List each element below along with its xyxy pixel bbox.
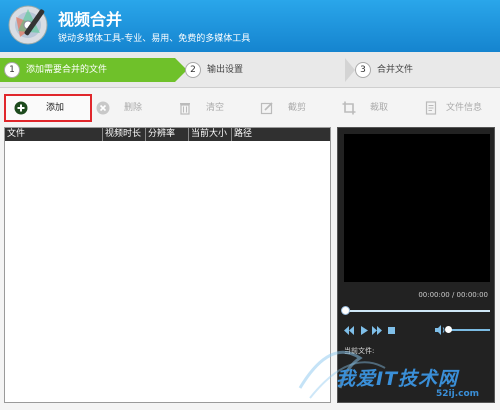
plus-circle-icon — [14, 101, 28, 114]
clear-label: 清空 — [206, 103, 225, 113]
add-button[interactable]: 添加 — [4, 94, 92, 122]
seek-bar[interactable] — [344, 310, 490, 312]
step-number: 1 — [4, 61, 20, 78]
watermark-text: 我爱IT技术网 — [336, 368, 459, 390]
file-list-header: 文件 视频时长 分辨率 当前大小 路径 — [5, 128, 330, 141]
toolbar: 添加 删除 清空 截剪 裁取 文件信息 — [0, 92, 500, 124]
column-header-size[interactable]: 当前大小 — [189, 128, 232, 141]
clear-button[interactable]: 清空 — [178, 96, 224, 120]
seek-handle[interactable] — [341, 306, 350, 315]
crop-icon — [342, 101, 356, 114]
delete-button[interactable]: 删除 — [96, 96, 142, 120]
step-label: 合并文件 — [377, 65, 414, 75]
cut-label: 截剪 — [288, 103, 307, 113]
crop-button[interactable]: 裁取 — [342, 96, 388, 120]
trash-icon — [180, 102, 190, 115]
step-number: 3 — [355, 61, 371, 78]
file-list[interactable]: 文件 视频时长 分辨率 当前大小 路径 — [4, 127, 331, 403]
step-add-files[interactable]: 1 添加需要合并的文件 — [0, 58, 175, 82]
step-separator-icon — [345, 58, 355, 82]
add-label: 添加 — [46, 103, 65, 113]
app-title: 视频合并 — [58, 10, 123, 29]
file-info-label: 文件信息 — [446, 103, 483, 113]
column-header-duration[interactable]: 视频时长 — [103, 128, 146, 141]
column-header-resolution[interactable]: 分辨率 — [146, 128, 189, 141]
file-info-icon — [425, 100, 437, 115]
step-output-settings[interactable]: 2 输出设置 — [185, 58, 243, 82]
delete-icon — [96, 101, 110, 114]
step-number: 2 — [185, 61, 201, 78]
column-header-file[interactable]: 文件 — [5, 128, 103, 141]
step-label: 输出设置 — [207, 65, 244, 75]
video-screen — [344, 134, 490, 282]
delete-label: 删除 — [124, 103, 143, 113]
file-info-button[interactable]: 文件信息 — [424, 96, 482, 120]
step-label: 添加需要合并的文件 — [26, 65, 108, 75]
cut-button[interactable]: 截剪 — [260, 96, 306, 120]
edit-icon — [260, 101, 273, 114]
step-bar: 1 添加需要合并的文件 2 输出设置 3 合并文件 — [0, 52, 500, 88]
crop-label: 裁取 — [370, 103, 389, 113]
app-subtitle: 锐动多媒体工具-专业、易用、免费的多媒体工具 — [58, 34, 251, 44]
watermark-site: 52ij.com — [436, 389, 480, 399]
disc-logo-icon — [8, 5, 48, 45]
step-merge-files[interactable]: 3 合并文件 — [355, 58, 413, 82]
time-display: 00:00:00 / 00:00:00 — [418, 291, 488, 299]
column-header-path[interactable]: 路径 — [232, 128, 330, 141]
app-header: 视频合并 锐动多媒体工具-专业、易用、免费的多媒体工具 — [0, 0, 500, 52]
